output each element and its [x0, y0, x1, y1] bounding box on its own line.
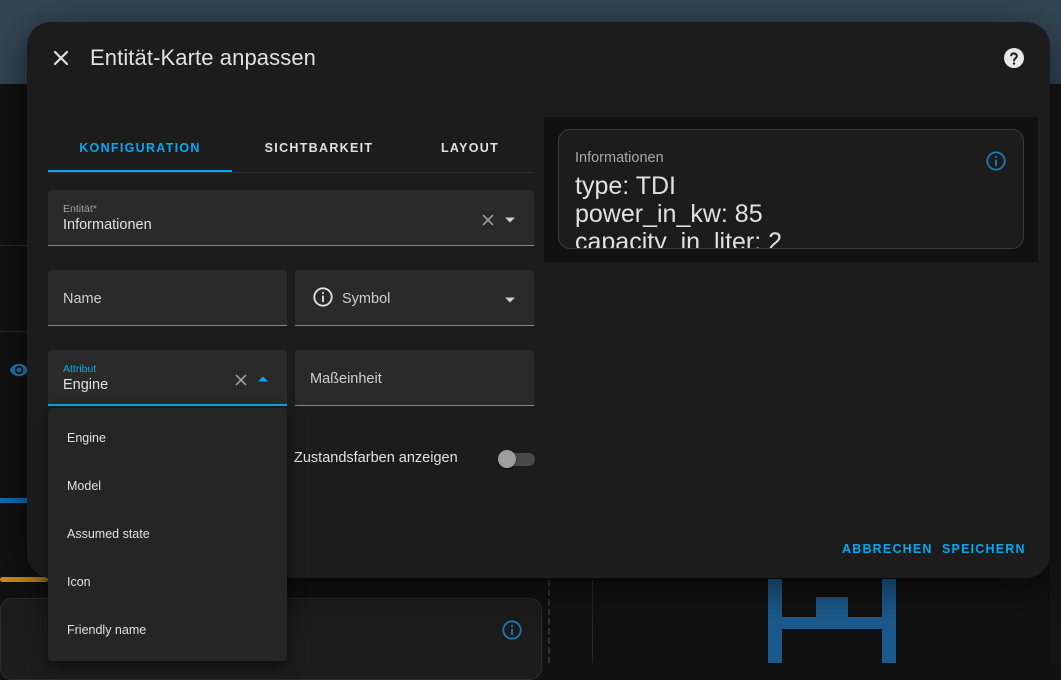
clear-icon[interactable]: [232, 371, 250, 389]
attribute-dropdown-menu: Engine Model Assumed state Icon Friendly…: [48, 408, 287, 661]
unit-placeholder: Maßeinheit: [310, 371, 382, 387]
clear-icon[interactable]: [479, 211, 497, 229]
dropdown-option-friendly-name[interactable]: Friendly name: [48, 606, 287, 654]
save-button[interactable]: SPEICHERN: [942, 542, 1026, 556]
name-field[interactable]: Name: [48, 270, 287, 326]
dropdown-option-model[interactable]: Model: [48, 462, 287, 510]
dropdown-option-engine[interactable]: Engine: [48, 414, 287, 462]
help-circle-icon[interactable]: [1002, 46, 1026, 70]
bg-edge: [1050, 84, 1061, 663]
cancel-button[interactable]: ABBRECHEN: [842, 542, 933, 556]
entity-label: Entität*: [63, 203, 97, 215]
tab-layout[interactable]: LAYOUT: [406, 120, 534, 172]
attribute-select[interactable]: Attribut Engine: [48, 350, 287, 406]
chevron-down-icon[interactable]: [504, 216, 516, 224]
bg-divider: [0, 245, 27, 246]
bg-progress-bar: [0, 577, 48, 582]
bg-divider: [548, 580, 552, 663]
bg-divider: [592, 580, 593, 663]
bg-divider: [0, 331, 27, 332]
information-outline-icon: [313, 287, 333, 307]
dialog-title: Entität-Karte anpassen: [90, 45, 317, 70]
dropdown-option-assumed-state[interactable]: Assumed state: [48, 510, 287, 558]
preview-attribute-line: capacity_in_liter: 2: [575, 228, 783, 249]
state-color-label: Zustandsfarben anzeigen: [294, 450, 458, 466]
name-placeholder: Name: [63, 291, 102, 307]
entity-value: Informationen: [63, 217, 152, 233]
information-outline-icon: [986, 151, 1006, 171]
bg-graphic: [768, 579, 896, 663]
switch-knob: [498, 450, 516, 468]
entity-select[interactable]: Entität* Informationen: [48, 190, 534, 246]
attribute-value: Engine: [63, 377, 109, 393]
active-tab-indicator: [48, 170, 232, 172]
symbol-picker[interactable]: Symbol: [295, 270, 534, 326]
dropdown-option-icon[interactable]: Icon: [48, 558, 287, 606]
unit-field[interactable]: Maßeinheit: [295, 350, 534, 406]
close-icon[interactable]: [49, 46, 73, 70]
attribute-label: Attribut: [63, 363, 97, 375]
information-outline-icon: [502, 620, 522, 640]
bg-progress-bar: [0, 498, 27, 503]
preview-attribute-line: type: TDI: [575, 172, 676, 200]
chevron-up-icon[interactable]: [257, 375, 269, 383]
preview-entity-card[interactable]: Informationen type: TDI power_in_kw: 85 …: [558, 129, 1024, 249]
tab-sichtbarkeit[interactable]: SICHTBARKEIT: [232, 120, 406, 172]
state-color-switch[interactable]: [497, 450, 535, 468]
preview-attribute-line: power_in_kw: 85: [575, 200, 763, 228]
tab-bar: KONFIGURATION SICHTBARKEIT LAYOUT: [48, 120, 534, 173]
chevron-down-icon[interactable]: [504, 296, 516, 304]
tab-konfiguration[interactable]: KONFIGURATION: [48, 120, 232, 172]
symbol-placeholder: Symbol: [342, 291, 391, 307]
card-preview: Informationen type: TDI power_in_kw: 85 …: [544, 117, 1038, 262]
preview-card-title: Informationen: [575, 150, 664, 166]
